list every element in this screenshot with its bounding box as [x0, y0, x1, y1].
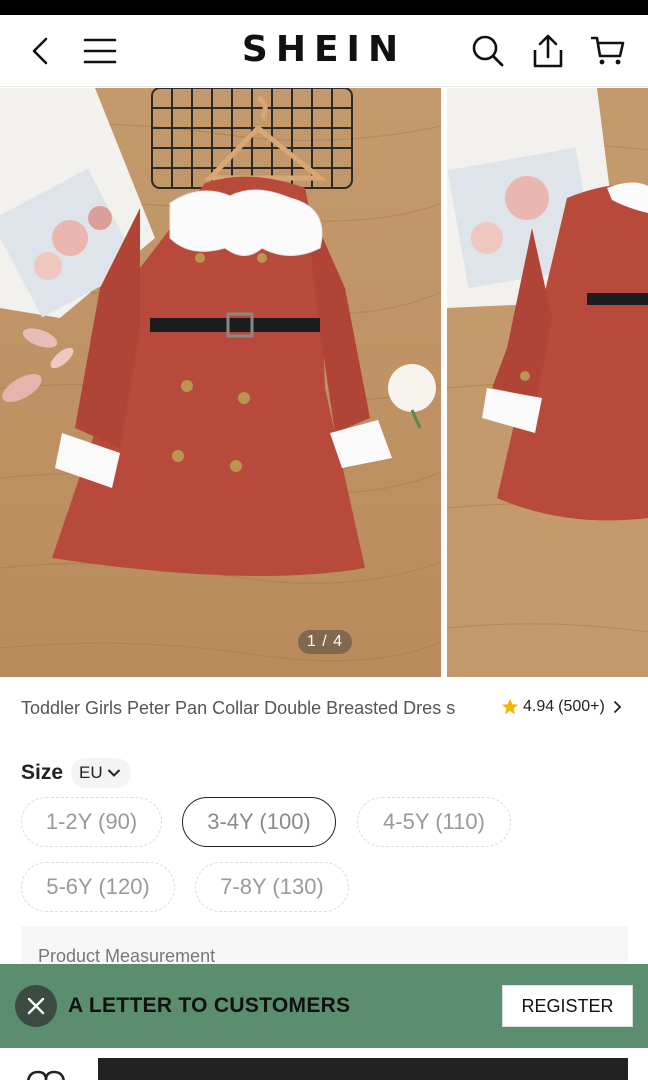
wishlist-icon[interactable] — [24, 1070, 68, 1080]
size-option[interactable]: 7-8Y (130) — [195, 862, 349, 912]
register-button[interactable]: REGISTER — [502, 985, 633, 1027]
add-to-cart-button[interactable] — [98, 1058, 628, 1080]
cart-icon[interactable] — [588, 31, 628, 71]
review-count: (500+) — [558, 698, 605, 715]
star-icon — [501, 698, 519, 715]
size-option[interactable]: 1-2Y (90) — [21, 797, 162, 847]
close-banner-button[interactable] — [15, 985, 57, 1027]
size-option-selected[interactable]: 3-4Y (100) — [182, 797, 336, 847]
search-icon[interactable] — [468, 31, 508, 71]
share-icon[interactable] — [528, 31, 568, 71]
customer-letter-banner: A LETTER TO CUSTOMERS REGISTER — [0, 964, 648, 1048]
product-image-next[interactable] — [447, 88, 648, 677]
product-measurement-label: Product Measurement — [38, 946, 216, 966]
image-counter: 1 / 4 — [298, 630, 352, 654]
size-unit-value: EU — [79, 763, 103, 782]
size-label: Size — [21, 761, 64, 784]
size-selector-header: Size EU — [21, 758, 131, 788]
banner-text: A LETTER TO CUSTOMERS — [68, 994, 351, 1017]
size-option[interactable]: 4-5Y (110) — [357, 797, 511, 847]
rating-value: 4.94 — [523, 698, 555, 715]
product-image-main[interactable] — [0, 88, 441, 677]
product-image-carousel[interactable]: 1 / 4 — [0, 88, 648, 677]
bottom-action-bar — [0, 1048, 648, 1080]
chevron-down-icon — [107, 769, 120, 777]
size-unit-dropdown[interactable]: EU — [71, 758, 131, 788]
product-rating[interactable]: 4.94 (500+) — [501, 698, 622, 716]
top-navigation-bar: SHEIN — [0, 15, 648, 87]
product-title: Toddler Girls Peter Pan Collar Double Br… — [21, 698, 456, 718]
size-option[interactable]: 5-6Y (120) — [21, 862, 175, 912]
close-icon — [27, 997, 45, 1015]
chevron-right-icon — [613, 700, 622, 714]
status-bar — [0, 0, 648, 15]
